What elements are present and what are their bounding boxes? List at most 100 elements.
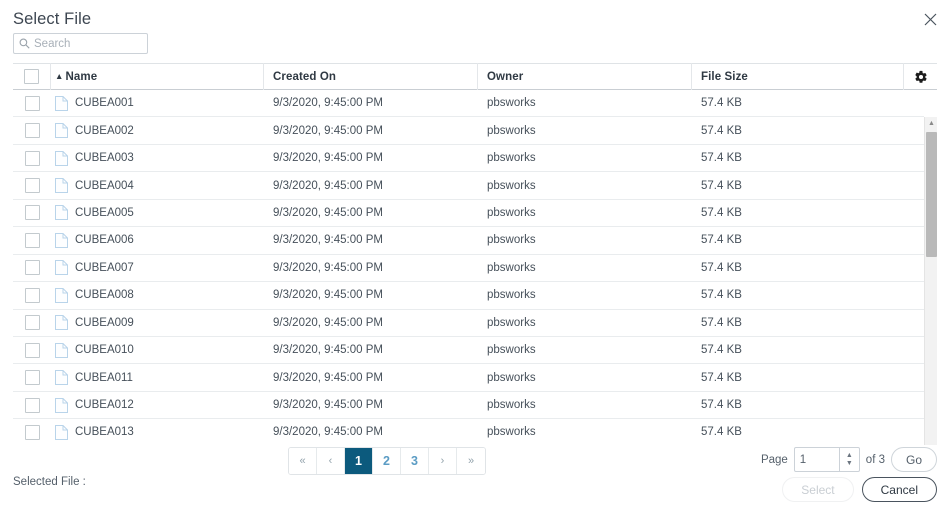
page-stepper-up-icon[interactable]: ▲ [846, 452, 853, 460]
column-header-created-on-label: Created On [273, 70, 336, 83]
cell-owner: pbsworks [487, 344, 536, 357]
table-row[interactable]: CUBEA010 9/3/2020, 9:45:00 PM pbsworks 57.4… [13, 336, 924, 365]
page-stepper-buttons[interactable]: ▲ ▼ [838, 448, 859, 471]
row-checkbox[interactable] [24, 424, 40, 440]
pagination-page-2[interactable]: 2 [373, 448, 401, 474]
cell-owner: pbsworks [487, 426, 536, 439]
row-checkbox[interactable] [24, 260, 40, 276]
cell-name: CUBEA010 [51, 336, 264, 363]
select-file-dialog: Select File ▲ Name Created On [0, 0, 950, 515]
row-checkbox[interactable] [24, 397, 40, 413]
file-table: ▲ Name Created On Owner File Size CUBEA0… [13, 63, 937, 445]
table-row[interactable]: CUBEA002 9/3/2020, 9:45:00 PM pbsworks 57.4… [13, 117, 924, 145]
page-jump-controls: Page ▲ ▼ of 3 Go [761, 447, 937, 472]
row-checkbox-cell[interactable] [13, 227, 51, 254]
scrollbar-thumb[interactable] [926, 132, 937, 257]
table-body: CUBEA001 9/3/2020, 9:45:00 PM pbsworks 57.4… [13, 90, 924, 445]
file-name-label: CUBEA007 [75, 261, 134, 274]
row-checkbox-cell[interactable] [13, 254, 51, 281]
page-label: Page [760, 453, 788, 466]
row-checkbox[interactable] [24, 287, 40, 303]
cell-created-on: 9/3/2020, 9:45:00 PM [273, 261, 383, 274]
cell-owner: pbsworks [487, 316, 536, 329]
scroll-up-icon[interactable]: ▲ [925, 117, 937, 130]
go-button[interactable]: Go [890, 447, 937, 472]
search-input[interactable] [34, 37, 142, 50]
row-checkbox[interactable] [24, 315, 40, 331]
file-icon [55, 232, 68, 248]
column-settings-button[interactable] [904, 63, 937, 90]
pagination-page-1[interactable]: 1 [345, 448, 373, 474]
file-name-label: CUBEA006 [75, 234, 134, 247]
cell-file-size: 57.4 KB [701, 234, 742, 247]
search-box[interactable] [13, 33, 148, 54]
file-icon [55, 178, 68, 194]
row-checkbox[interactable] [24, 178, 40, 194]
pagination-prev[interactable]: ‹ [317, 448, 345, 474]
pagination-next[interactable]: › [429, 448, 457, 474]
cell-name: CUBEA013 [51, 419, 264, 445]
close-icon[interactable] [918, 7, 942, 31]
row-checkbox[interactable] [24, 123, 40, 139]
row-checkbox[interactable] [24, 232, 40, 248]
row-checkbox-cell[interactable] [13, 336, 51, 363]
cancel-button[interactable]: Cancel [861, 477, 937, 502]
pagination-page-3[interactable]: 3 [401, 448, 429, 474]
select-all-header[interactable] [13, 63, 51, 90]
table-row[interactable]: CUBEA008 9/3/2020, 9:45:00 PM pbsworks 57.4… [13, 282, 924, 310]
table-row[interactable]: CUBEA006 9/3/2020, 9:45:00 PM pbsworks 57.4… [13, 227, 924, 255]
cell-created-on: 9/3/2020, 9:45:00 PM [273, 179, 383, 192]
table-row[interactable]: CUBEA012 9/3/2020, 9:45:00 PM pbsworks 57.4… [13, 391, 924, 420]
row-checkbox-cell[interactable] [13, 364, 51, 391]
cell-created-on: 9/3/2020, 9:45:00 PM [273, 344, 383, 357]
search-icon [19, 38, 30, 49]
row-checkbox-cell[interactable] [13, 199, 51, 226]
row-checkbox[interactable] [24, 370, 40, 386]
row-checkbox[interactable] [24, 95, 40, 111]
column-header-created-on[interactable]: Created On [264, 63, 478, 90]
file-icon [55, 315, 68, 331]
cell-created-on: 9/3/2020, 9:45:00 PM [273, 316, 383, 329]
file-name-label: CUBEA005 [75, 206, 134, 219]
table-row[interactable]: CUBEA009 9/3/2020, 9:45:00 PM pbsworks 57.4… [13, 309, 924, 337]
row-checkbox-cell[interactable] [13, 282, 51, 309]
cell-file-size: 57.4 KB [701, 399, 742, 412]
row-checkbox-cell[interactable] [13, 172, 51, 199]
cell-created-on: 9/3/2020, 9:45:00 PM [273, 371, 383, 384]
file-name-label: CUBEA010 [75, 344, 134, 357]
row-checkbox-cell[interactable] [13, 144, 51, 171]
selected-file-label: Selected File : [13, 476, 86, 488]
column-header-name[interactable]: ▲ Name [51, 63, 264, 90]
cell-name: CUBEA008 [51, 282, 264, 309]
table-row[interactable]: CUBEA004 9/3/2020, 9:45:00 PM pbsworks 57.4… [13, 172, 924, 200]
select-button[interactable]: Select [782, 477, 854, 502]
row-checkbox-cell[interactable] [13, 419, 51, 445]
row-checkbox-cell[interactable] [13, 391, 51, 418]
file-name-label: CUBEA001 [75, 97, 134, 110]
row-checkbox-cell[interactable] [13, 117, 51, 144]
cell-created-on: 9/3/2020, 9:45:00 PM [273, 426, 383, 439]
page-number-input[interactable] [794, 448, 839, 471]
page-stepper-down-icon[interactable]: ▼ [846, 460, 853, 468]
table-row[interactable]: CUBEA013 9/3/2020, 9:45:00 PM pbsworks 57.4… [13, 419, 924, 445]
file-icon [55, 205, 68, 221]
row-checkbox-cell[interactable] [13, 309, 51, 336]
table-row[interactable]: CUBEA011 9/3/2020, 9:45:00 PM pbsworks 57.4… [13, 364, 924, 392]
select-all-checkbox[interactable] [24, 69, 39, 84]
table-row[interactable]: CUBEA001 9/3/2020, 9:45:00 PM pbsworks 57.4… [13, 90, 924, 118]
table-row[interactable]: CUBEA003 9/3/2020, 9:45:00 PM pbsworks 57.4… [13, 144, 924, 173]
table-row[interactable]: CUBEA007 9/3/2020, 9:45:00 PM pbsworks 57.4… [13, 254, 924, 283]
row-checkbox[interactable] [24, 150, 40, 166]
pagination-first[interactable]: « [289, 448, 317, 474]
column-header-file-size[interactable]: File Size [692, 63, 904, 90]
row-checkbox-cell[interactable] [13, 90, 51, 117]
cell-name: CUBEA012 [51, 391, 264, 418]
table-row[interactable]: CUBEA005 9/3/2020, 9:45:00 PM pbsworks 57.4… [13, 199, 924, 228]
pagination-last[interactable]: » [457, 448, 485, 474]
row-checkbox[interactable] [24, 342, 40, 358]
column-header-owner[interactable]: Owner [478, 63, 692, 90]
row-checkbox[interactable] [24, 205, 40, 221]
cell-owner: pbsworks [487, 206, 536, 219]
table-scrollbar[interactable]: ▲ ▼ [924, 117, 937, 445]
page-number-stepper[interactable]: ▲ ▼ [793, 447, 860, 472]
